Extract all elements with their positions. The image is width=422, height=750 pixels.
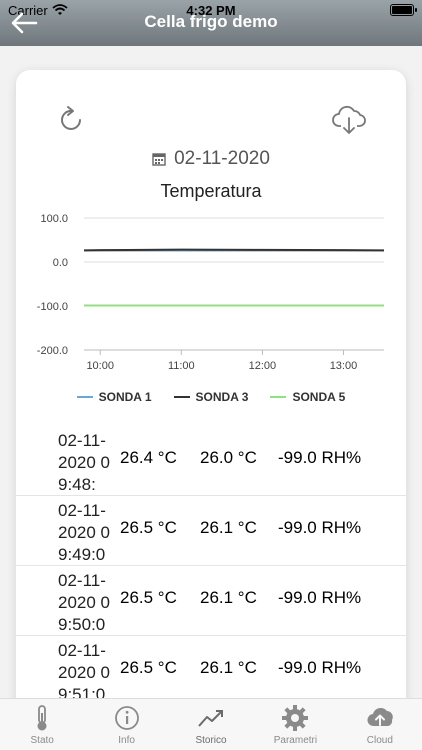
y-tick-label: 0.0 bbox=[53, 257, 68, 269]
value-cell: -99.0 RH% bbox=[278, 588, 362, 607]
legend-swatch bbox=[173, 396, 190, 398]
value-cell: 26.4 °C bbox=[120, 448, 177, 467]
page-title: Cella frigo demo bbox=[144, 12, 278, 31]
temperature-chart: 100.0 0.0 -100.0 -200.0 10:00 11:00 12:00 13:00 bbox=[37, 213, 385, 372]
tab-info[interactable]: Info bbox=[84, 699, 168, 750]
value-cell: 26.5 °C bbox=[120, 518, 177, 537]
y-tick-label: -100.0 bbox=[37, 301, 68, 313]
value-cell: 26.1 °C bbox=[200, 518, 257, 537]
gear-icon bbox=[282, 705, 309, 731]
x-tick-label: 11:00 bbox=[168, 360, 195, 372]
table-row: 02-11-2020 09:49:0 26.5 °C 26.1 °C -99.0 RH… bbox=[16, 496, 406, 566]
header: Carrier 4:32 PM Cella frigo demo bbox=[0, 0, 422, 46]
x-tick-label: 10:00 bbox=[86, 360, 114, 372]
legend-item[interactable]: SONDA 5 bbox=[270, 388, 345, 406]
tab-label: Stato bbox=[30, 735, 54, 746]
chart-legend: SONDA 1 SONDA 3 SONDA 5 bbox=[16, 388, 406, 406]
timestamp-cell: 02-11-2020 09:51:0 bbox=[58, 641, 110, 702]
cloud-download-icon[interactable] bbox=[332, 104, 366, 136]
timestamp-cell: 02-11-2020 09:50:0 bbox=[58, 571, 110, 632]
x-tick-label: 13:00 bbox=[330, 360, 358, 372]
legend-swatch bbox=[270, 396, 287, 398]
tab-label: Storico bbox=[195, 735, 227, 746]
x-tick-label: 12:00 bbox=[249, 360, 277, 372]
refresh-icon[interactable] bbox=[58, 104, 86, 134]
tab-label: Info bbox=[118, 735, 135, 746]
readings-table: 02-11-2020 09:48: 26.4 °C 26.0 °C -99.0 RH%… bbox=[16, 426, 406, 706]
legend-item[interactable]: SONDA 3 bbox=[173, 388, 249, 406]
trend-icon bbox=[198, 710, 224, 727]
tab-cloud[interactable]: Cloud bbox=[338, 699, 422, 750]
date-value: 02-11-2020 bbox=[174, 148, 270, 169]
value-cell: 26.1 °C bbox=[200, 658, 257, 677]
table-row: 02-11-2020 09:51:0 26.5 °C 26.1 °C -99.0 RH… bbox=[16, 636, 406, 706]
legend-label: SONDA 3 bbox=[195, 390, 249, 404]
calendar-icon bbox=[152, 153, 166, 166]
tab-parametri[interactable]: Parametri bbox=[253, 699, 337, 750]
table-row: 02-11-2020 09:50:0 26.5 °C 26.1 °C -99.0 RH… bbox=[16, 566, 406, 636]
tab-label: Cloud bbox=[366, 735, 393, 746]
info-icon bbox=[114, 706, 139, 730]
tab-label: Parametri bbox=[273, 735, 318, 746]
thermometer-icon bbox=[37, 705, 47, 731]
value-cell: -99.0 RH% bbox=[278, 658, 362, 677]
series-line-sonda-3 bbox=[83, 248, 385, 252]
cloud-upload-icon bbox=[367, 707, 393, 727]
legend-label: SONDA 1 bbox=[98, 390, 152, 404]
legend-label: SONDA 5 bbox=[292, 390, 346, 404]
y-tick-label: -200.0 bbox=[37, 345, 68, 357]
table-row: 02-11-2020 09:48: 26.4 °C 26.0 °C -99.0 RH% bbox=[16, 426, 406, 496]
chart-title: Temperatura bbox=[160, 181, 262, 201]
value-cell: 26.0 °C bbox=[200, 448, 257, 467]
tab-bar: Stato Info Storico Parametri Cloud bbox=[0, 698, 422, 750]
value-cell: 26.5 °C bbox=[120, 658, 177, 677]
legend-item[interactable]: SONDA 1 bbox=[76, 388, 152, 406]
history-card: 02-11-2020 Temperatura 100.0 0.0 -100.0 -20… bbox=[16, 70, 406, 720]
value-cell: -99.0 RH% bbox=[278, 448, 362, 467]
date-selector[interactable]: 02-11-2020 bbox=[16, 148, 406, 170]
tab-stato[interactable]: Stato bbox=[0, 699, 84, 750]
y-tick-label: 100.0 bbox=[40, 213, 68, 225]
tab-storico[interactable]: Storico bbox=[169, 699, 253, 750]
legend-swatch bbox=[76, 396, 93, 398]
value-cell: 26.5 °C bbox=[120, 588, 177, 607]
value-cell: -99.0 RH% bbox=[278, 518, 362, 537]
timestamp-cell: 02-11-2020 09:49:0 bbox=[58, 501, 110, 562]
timestamp-cell: 02-11-2020 09:48: bbox=[58, 431, 110, 492]
value-cell: 26.1 °C bbox=[200, 588, 257, 607]
